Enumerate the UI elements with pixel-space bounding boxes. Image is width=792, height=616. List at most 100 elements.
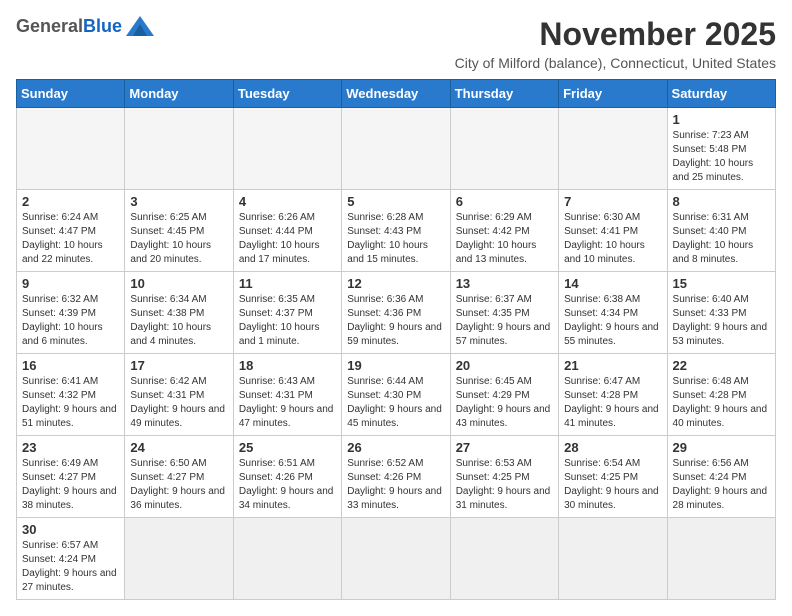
day-info: Sunrise: 6:44 AM Sunset: 4:30 PM Dayligh… [347,375,444,431]
calendar-cell: 8 Sunrise: 6:31 AM Sunset: 4:40 PM Daylig… [667,190,775,272]
day-number: 13 [456,276,553,291]
day-number: 21 [564,358,661,373]
day-info: Sunrise: 6:56 AM Sunset: 4:24 PM Dayligh… [673,457,770,513]
day-info: Sunrise: 6:49 AM Sunset: 4:27 PM Dayligh… [22,457,119,513]
day-number: 26 [347,440,444,455]
calendar-header-row: SundayMondayTuesdayWednesdayThursdayFrid… [17,80,776,108]
calendar-cell: 23 Sunrise: 6:49 AM Sunset: 4:27 PM Dayli… [17,436,125,518]
weekday-header-friday: Friday [559,80,667,108]
day-number: 15 [673,276,770,291]
day-number: 5 [347,194,444,209]
title-area: November 2025 City of Milford (balance),… [455,16,776,71]
day-number: 18 [239,358,336,373]
month-title: November 2025 [455,16,776,53]
calendar-cell [125,108,233,190]
day-info: Sunrise: 6:45 AM Sunset: 4:29 PM Dayligh… [456,375,553,431]
day-info: Sunrise: 6:25 AM Sunset: 4:45 PM Dayligh… [130,211,227,267]
weekday-header-saturday: Saturday [667,80,775,108]
day-number: 16 [22,358,119,373]
calendar-cell: 14Sunrise: 6:38 AM Sunset: 4:34 PM Dayli… [559,272,667,354]
calendar-cell: 10 Sunrise: 6:34 AM Sunset: 4:38 PM Dayli… [125,272,233,354]
calendar-cell: 30 Sunrise: 6:57 AM Sunset: 4:24 PM Dayli… [17,518,125,600]
logo: General Blue [16,16,154,36]
calendar-cell [17,108,125,190]
day-info: Sunrise: 6:42 AM Sunset: 4:31 PM Dayligh… [130,375,227,431]
day-info: Sunrise: 6:57 AM Sunset: 4:24 PM Dayligh… [22,539,119,595]
day-info: Sunrise: 6:52 AM Sunset: 4:26 PM Dayligh… [347,457,444,513]
day-number: 30 [22,522,119,537]
calendar-cell: 28Sunrise: 6:54 AM Sunset: 4:25 PM Dayli… [559,436,667,518]
day-info: Sunrise: 6:32 AM Sunset: 4:39 PM Dayligh… [22,293,119,349]
weekday-header-tuesday: Tuesday [233,80,341,108]
day-info: Sunrise: 6:47 AM Sunset: 4:28 PM Dayligh… [564,375,661,431]
day-info: Sunrise: 6:24 AM Sunset: 4:47 PM Dayligh… [22,211,119,267]
day-info: Sunrise: 6:29 AM Sunset: 4:42 PM Dayligh… [456,211,553,267]
day-number: 3 [130,194,227,209]
weekday-header-sunday: Sunday [17,80,125,108]
calendar-cell: 20 Sunrise: 6:45 AM Sunset: 4:29 PM Dayli… [450,354,558,436]
calendar-week-row: 1Sunrise: 7:23 AM Sunset: 5:48 PM Daylig… [17,108,776,190]
day-info: Sunrise: 6:30 AM Sunset: 4:41 PM Dayligh… [564,211,661,267]
day-info: Sunrise: 6:38 AM Sunset: 4:34 PM Dayligh… [564,293,661,349]
day-number: 11 [239,276,336,291]
logo-general-text: General [16,17,83,35]
day-number: 19 [347,358,444,373]
logo-icon [126,16,154,36]
day-number: 6 [456,194,553,209]
day-number: 25 [239,440,336,455]
day-info: Sunrise: 6:34 AM Sunset: 4:38 PM Dayligh… [130,293,227,349]
calendar-cell: 5Sunrise: 6:28 AM Sunset: 4:43 PM Daylig… [342,190,450,272]
day-number: 20 [456,358,553,373]
calendar-cell [342,108,450,190]
day-info: Sunrise: 6:50 AM Sunset: 4:27 PM Dayligh… [130,457,227,513]
day-info: Sunrise: 6:51 AM Sunset: 4:26 PM Dayligh… [239,457,336,513]
day-info: Sunrise: 6:43 AM Sunset: 4:31 PM Dayligh… [239,375,336,431]
calendar-cell [450,518,558,600]
day-number: 24 [130,440,227,455]
calendar-cell: 22 Sunrise: 6:48 AM Sunset: 4:28 PM Dayli… [667,354,775,436]
day-info: Sunrise: 6:41 AM Sunset: 4:32 PM Dayligh… [22,375,119,431]
calendar-cell: 13 Sunrise: 6:37 AM Sunset: 4:35 PM Dayli… [450,272,558,354]
day-number: 8 [673,194,770,209]
day-number: 1 [673,112,770,127]
calendar-cell [559,518,667,600]
day-info: Sunrise: 6:37 AM Sunset: 4:35 PM Dayligh… [456,293,553,349]
day-info: Sunrise: 6:31 AM Sunset: 4:40 PM Dayligh… [673,211,770,267]
calendar-cell: 19 Sunrise: 6:44 AM Sunset: 4:30 PM Dayli… [342,354,450,436]
calendar-cell: 6 Sunrise: 6:29 AM Sunset: 4:42 PM Daylig… [450,190,558,272]
calendar-cell [667,518,775,600]
day-info: Sunrise: 6:54 AM Sunset: 4:25 PM Dayligh… [564,457,661,513]
day-number: 22 [673,358,770,373]
calendar-cell: 29 Sunrise: 6:56 AM Sunset: 4:24 PM Dayli… [667,436,775,518]
calendar-cell: 26 Sunrise: 6:52 AM Sunset: 4:26 PM Dayli… [342,436,450,518]
calendar-cell: 3 Sunrise: 6:25 AM Sunset: 4:45 PM Daylig… [125,190,233,272]
day-info: Sunrise: 6:53 AM Sunset: 4:25 PM Dayligh… [456,457,553,513]
calendar-cell: 2 Sunrise: 6:24 AM Sunset: 4:47 PM Daylig… [17,190,125,272]
day-number: 17 [130,358,227,373]
day-info: Sunrise: 6:48 AM Sunset: 4:28 PM Dayligh… [673,375,770,431]
day-number: 29 [673,440,770,455]
calendar-week-row: 30 Sunrise: 6:57 AM Sunset: 4:24 PM Dayli… [17,518,776,600]
calendar-table: SundayMondayTuesdayWednesdayThursdayFrid… [16,79,776,600]
day-info: Sunrise: 6:40 AM Sunset: 4:33 PM Dayligh… [673,293,770,349]
day-info: Sunrise: 6:35 AM Sunset: 4:37 PM Dayligh… [239,293,336,349]
calendar-cell [450,108,558,190]
logo-blue-text: Blue [83,17,122,35]
day-info: Sunrise: 6:36 AM Sunset: 4:36 PM Dayligh… [347,293,444,349]
day-number: 4 [239,194,336,209]
calendar-cell: 1Sunrise: 7:23 AM Sunset: 5:48 PM Daylig… [667,108,775,190]
calendar-cell: 9Sunrise: 6:32 AM Sunset: 4:39 PM Daylig… [17,272,125,354]
calendar-cell: 16 Sunrise: 6:41 AM Sunset: 4:32 PM Dayli… [17,354,125,436]
calendar-week-row: 9Sunrise: 6:32 AM Sunset: 4:39 PM Daylig… [17,272,776,354]
weekday-header-wednesday: Wednesday [342,80,450,108]
day-number: 23 [22,440,119,455]
day-number: 2 [22,194,119,209]
calendar-week-row: 2 Sunrise: 6:24 AM Sunset: 4:47 PM Daylig… [17,190,776,272]
page-header: General Blue November 2025 City of Milfo… [16,16,776,71]
day-number: 27 [456,440,553,455]
calendar-cell: 18 Sunrise: 6:43 AM Sunset: 4:31 PM Dayli… [233,354,341,436]
calendar-cell: 25 Sunrise: 6:51 AM Sunset: 4:26 PM Dayli… [233,436,341,518]
day-number: 10 [130,276,227,291]
calendar-cell: 24 Sunrise: 6:50 AM Sunset: 4:27 PM Dayli… [125,436,233,518]
day-info: Sunrise: 6:26 AM Sunset: 4:44 PM Dayligh… [239,211,336,267]
